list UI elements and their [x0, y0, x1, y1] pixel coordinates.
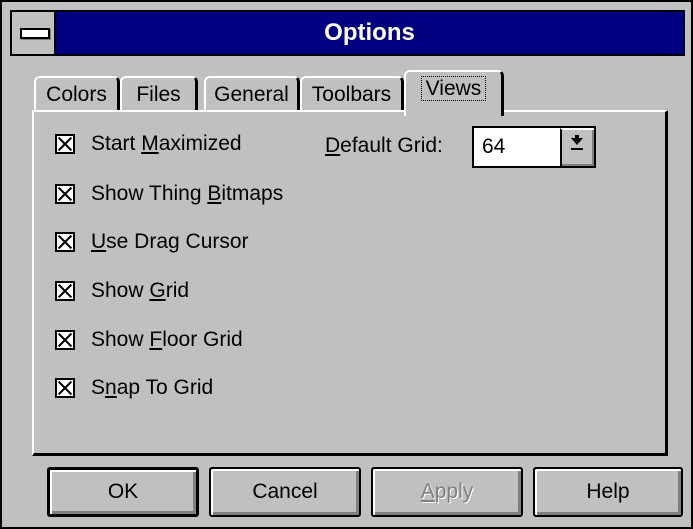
tab-label: General — [214, 83, 289, 106]
help-button[interactable]: Help — [533, 467, 683, 517]
dropdown-button[interactable] — [560, 128, 594, 166]
cancel-button[interactable]: Cancel — [209, 467, 361, 517]
tab-files[interactable]: Files — [120, 76, 198, 112]
checkbox-label: Start Maximized — [91, 132, 242, 155]
default-grid-label: Default Grid: — [325, 134, 443, 157]
checkbox-label: Snap To Grid — [91, 376, 214, 399]
checkbox-label: Show Thing Bitmaps — [91, 182, 284, 205]
checkmark-icon — [55, 232, 75, 252]
snap-to-grid-checkbox[interactable]: Snap To Grid — [55, 374, 213, 402]
default-grid-value: 64 — [482, 135, 506, 158]
use-drag-cursor-checkbox[interactable]: Use Drag Cursor — [55, 228, 249, 256]
title-bar[interactable]: Options — [10, 10, 685, 56]
checkmark-icon — [55, 330, 75, 350]
apply-button[interactable]: Apply — [371, 467, 523, 517]
tab-label: Files — [136, 83, 181, 106]
default-grid-dropdown[interactable]: 64 — [472, 126, 596, 168]
show-thing-bitmaps-checkbox[interactable]: Show Thing Bitmaps — [55, 180, 283, 208]
tab-toolbars[interactable]: Toolbars — [300, 76, 404, 112]
system-menu-button[interactable] — [12, 12, 56, 54]
tab-colors[interactable]: Colors — [34, 76, 120, 112]
checkmark-icon — [55, 378, 75, 398]
checkmark-icon — [55, 134, 75, 154]
system-menu-icon — [20, 28, 50, 39]
tab-label: Views — [420, 76, 487, 101]
show-floor-grid-checkbox[interactable]: Show Floor Grid — [55, 326, 243, 354]
tab-general[interactable]: General — [204, 76, 300, 112]
checkbox-label: Use Drag Cursor — [91, 230, 249, 253]
options-dialog: Options Colors Files General Toolbars Vi… — [0, 0, 693, 529]
tab-label: Colors — [46, 83, 107, 106]
checkmark-icon — [55, 281, 75, 301]
checkbox-label: Show Floor Grid — [91, 328, 243, 351]
show-grid-checkbox[interactable]: Show Grid — [55, 277, 189, 305]
tab-views[interactable]: Views — [404, 70, 504, 116]
checkbox-label: Show Grid — [91, 279, 190, 302]
tab-label: Toolbars — [311, 83, 392, 106]
window-title: Options — [324, 19, 415, 46]
ok-button[interactable]: OK — [47, 467, 199, 517]
checkmark-icon — [55, 184, 75, 204]
start-maximized-checkbox[interactable]: Start Maximized — [55, 130, 242, 158]
